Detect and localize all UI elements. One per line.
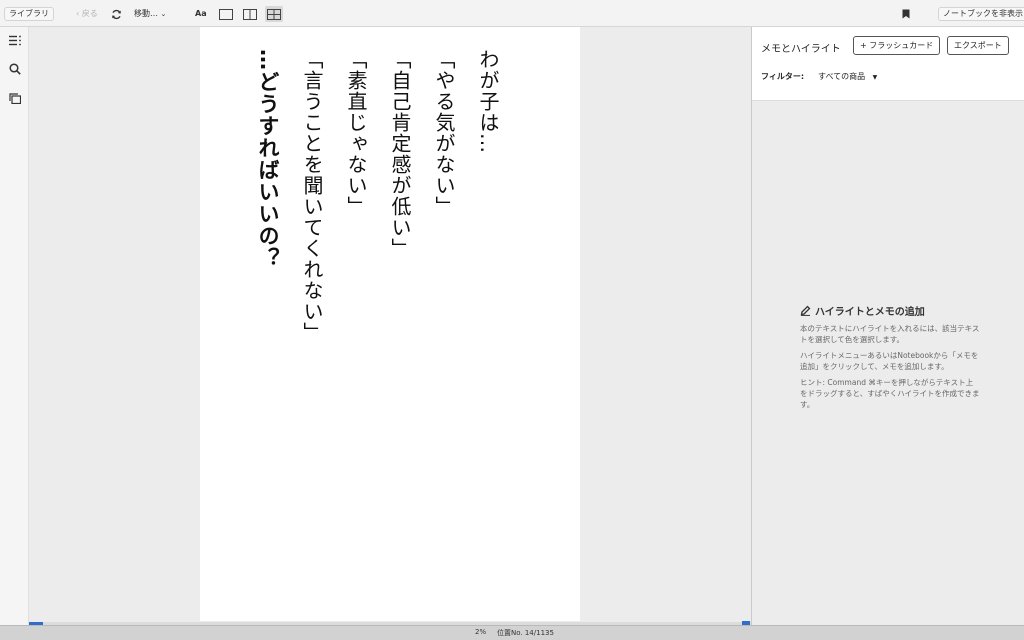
back-label: 戻る: [81, 9, 98, 18]
export-button[interactable]: エクスポート: [947, 36, 1009, 55]
filter-label: フィルター:: [761, 72, 805, 81]
status-bar: 2% 位置No. 14/1135: [0, 625, 1024, 640]
help-title-text: ハイライトとメモの追加: [815, 307, 925, 318]
goto-dropdown[interactable]: 移動… ⌄: [129, 7, 171, 21]
top-toolbar: ライブラリ ‹ 戻る 移動… ⌄ Aa ノートブックを非表示: [0, 0, 1024, 27]
grid-view-button[interactable]: [265, 6, 283, 22]
sync-icon: [111, 9, 121, 19]
text-line: 「自己肯定感が低い」: [388, 49, 412, 259]
search-button[interactable]: [7, 61, 23, 77]
bookmark-button[interactable]: [897, 6, 915, 22]
chevron-down-icon: ⌄: [160, 10, 167, 18]
text-line-emphasis: …どうすればいいの？: [256, 49, 280, 269]
text-line: わが子は…: [476, 49, 500, 154]
text-line: 「素直じゃない」: [344, 49, 368, 217]
filter-dropdown[interactable]: すべての商品 ▼: [818, 71, 877, 82]
single-page-view-button[interactable]: [217, 6, 235, 22]
highlight-help: ハイライトとメモの追加 本のテキストにハイライトを入れるには、該当テキストを選択…: [800, 303, 980, 410]
help-title: ハイライトとメモの追加: [800, 303, 980, 318]
library-button[interactable]: ライブラリ: [4, 7, 54, 21]
two-page-view-button[interactable]: [241, 6, 259, 22]
flashcards-button[interactable]: [7, 90, 23, 106]
bookmark-icon: [902, 9, 910, 19]
location-readout[interactable]: 位置No. 14/1135: [497, 628, 554, 638]
caret-down-icon: ▼: [872, 74, 878, 81]
toc-icon: [8, 35, 21, 45]
progress-percent: 2%: [475, 628, 487, 636]
flashcard-button[interactable]: + フラッシュカード: [853, 36, 941, 55]
font-settings-button[interactable]: Aa: [195, 7, 207, 21]
notebook-header: メモとハイライト + フラッシュカード エクスポート フィルター: すべての商品…: [752, 27, 1024, 101]
help-paragraph: 本のテキストにハイライトを入れるには、該当テキストを選択して色を選択します。: [800, 324, 980, 344]
text-line: 「やる気がない」: [432, 49, 456, 217]
book-page[interactable]: わが子は… 「やる気がない」 「自己肯定感が低い」 「素直じゃない」 「言うこと…: [200, 27, 580, 621]
text-line: 「言うことを聞いてくれない」: [300, 49, 324, 343]
grid-view-icon: [267, 8, 281, 20]
hide-notebook-button[interactable]: ノートブックを非表示: [938, 7, 1024, 21]
help-paragraph: ハイライトメニューあるいはNotebookから「メモを追加」をクリックして、メモ…: [800, 351, 979, 371]
table-of-contents-button[interactable]: [7, 32, 23, 48]
back-button[interactable]: ‹ 戻る: [76, 7, 98, 21]
two-page-icon: [243, 8, 257, 20]
left-rail: [0, 27, 29, 625]
filter-value: すべての商品: [818, 72, 866, 81]
help-paragraph: ヒント: Command ⌘キーを押しながらテキスト上をドラッグすると、すばやく…: [800, 378, 980, 409]
book-text[interactable]: わが子は… 「やる気がない」 「自己肯定感が低い」 「素直じゃない」 「言うこと…: [246, 49, 510, 609]
cards-icon: [9, 92, 21, 104]
single-page-icon: [219, 8, 233, 20]
notebook-title: メモとハイライト: [761, 44, 841, 55]
pencil-icon: [800, 305, 811, 316]
search-icon: [9, 63, 21, 75]
sync-button[interactable]: [107, 6, 125, 22]
goto-label: 移動…: [134, 9, 158, 18]
